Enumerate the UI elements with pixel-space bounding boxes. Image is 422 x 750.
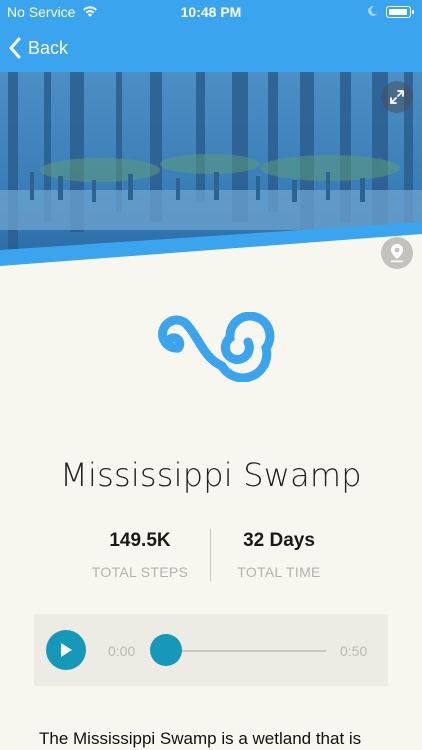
audio-player: 0:00 0:50: [34, 614, 388, 686]
moon-icon: [368, 5, 377, 16]
status-time: 10:48 PM: [180, 4, 242, 20]
back-button[interactable]: Back: [8, 34, 68, 62]
expand-button[interactable]: [381, 81, 413, 113]
hero-image: [0, 72, 422, 272]
top-bar: No Service 10:48 PM Back: [0, 0, 422, 72]
page-title: Mississippi Swamp: [60, 456, 362, 494]
battery-icon: [386, 6, 414, 18]
scrubber-handle[interactable]: [150, 634, 182, 666]
map-pin-icon: [391, 244, 403, 263]
stat-total-time: 32 Days TOTAL TIME: [199, 530, 359, 580]
total-time-value: 32 Days: [243, 530, 315, 551]
total-steps-label: TOTAL STEPS: [91, 564, 189, 580]
scrubber-track[interactable]: [166, 650, 326, 652]
location-button[interactable]: [381, 237, 413, 269]
swirl-logo-icon: [158, 312, 275, 382]
stat-total-steps: 149.5K TOTAL STEPS: [60, 530, 220, 580]
back-label: Back: [28, 37, 69, 58]
battery-level: [389, 9, 408, 15]
total-steps-value: 149.5K: [109, 530, 171, 551]
status-bar: No Service 10:48 PM: [0, 0, 422, 24]
total-time: 0:50: [340, 643, 368, 659]
expand-icon: [390, 90, 404, 104]
current-time: 0:00: [108, 643, 136, 659]
description-text: The Mississippi Swamp is a wetland that …: [39, 729, 362, 748]
swamp-photo: [0, 72, 422, 272]
play-icon: [61, 643, 72, 657]
total-time-label: TOTAL TIME: [237, 564, 321, 580]
chevron-left-icon: [9, 37, 21, 59]
play-button[interactable]: [46, 630, 86, 670]
